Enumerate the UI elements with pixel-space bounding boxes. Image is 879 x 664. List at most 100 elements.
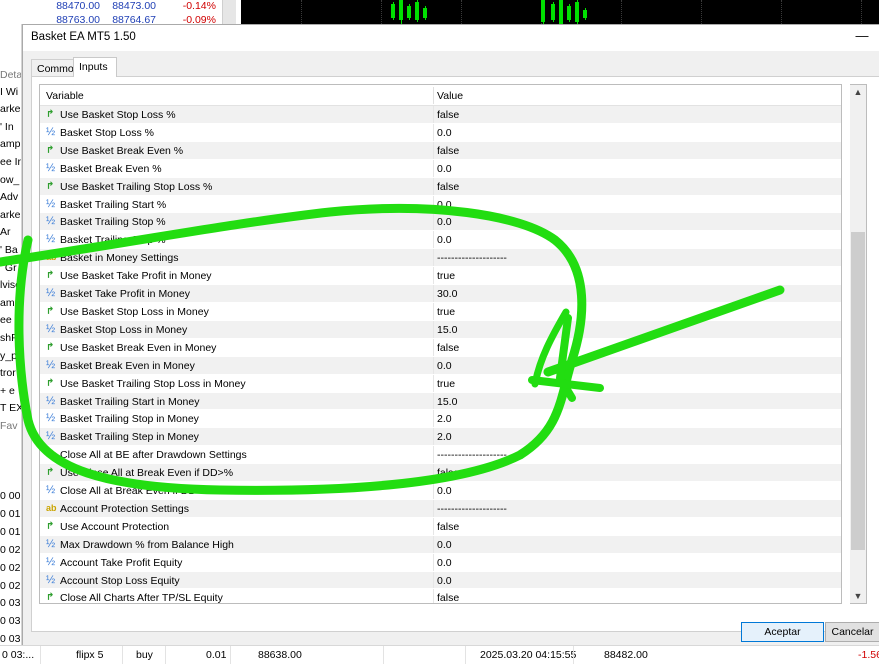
boolean-param-icon: ↱ — [46, 341, 55, 353]
table-row[interactable]: ½ Basket Trailing Step in Money 2.0 — [40, 428, 841, 447]
param-value[interactable]: false — [437, 181, 459, 193]
param-value[interactable]: 0.0 — [437, 485, 452, 497]
param-value[interactable]: false — [437, 467, 459, 479]
table-row[interactable]: ab Basket in Money Settings --------------… — [40, 249, 841, 268]
table-row[interactable]: ½ Basket Trailing Stop % 0.0 — [40, 213, 841, 232]
table-row[interactable]: ↱ Use Basket Take Profit in Money true — [40, 267, 841, 286]
table-row[interactable]: ½ Basket Trailing Stop in Money 2.0 — [40, 410, 841, 429]
numeric-param-icon: ½ — [46, 215, 56, 228]
table-scrollbar[interactable]: ▲ ▼ — [850, 84, 867, 604]
numeric-param-icon: ½ — [46, 537, 56, 550]
numeric-param-icon: ½ — [46, 287, 56, 300]
param-value[interactable]: -------------------- — [437, 449, 507, 461]
param-value[interactable]: 0.0 — [437, 163, 452, 175]
table-row[interactable]: ↱ Use Basket Trailing Stop Loss in Money t… — [40, 374, 841, 393]
param-value[interactable]: 15.0 — [437, 396, 457, 408]
table-row[interactable]: ½ Close All at Break Even if DD>% 0.0 — [40, 482, 841, 500]
param-value[interactable]: 15.0 — [437, 324, 457, 336]
param-value[interactable]: true — [437, 378, 455, 390]
string-param-icon: ab — [46, 252, 57, 263]
table-row[interactable]: ½ Basket Trailing Start % 0.0 — [40, 195, 841, 214]
table-row[interactable]: ½ Basket Take Profit in Money 30.0 — [40, 285, 841, 303]
table-row[interactable]: ½ Max Drawdown % from Balance High 0.0 — [40, 535, 841, 554]
table-row[interactable]: ↱ Use Account Protection false — [40, 517, 841, 536]
title-bar[interactable]: Basket EA MT5 1.50 — — [23, 25, 879, 51]
param-value[interactable]: 2.0 — [437, 413, 452, 425]
navigator-fragment: amp — [0, 296, 21, 309]
table-row[interactable]: ½ Basket Stop Loss in Money 15.0 — [40, 320, 841, 339]
table-row[interactable]: ½ Basket Trailing Step % 0.0 — [40, 231, 841, 250]
minimize-button[interactable]: — — [854, 28, 870, 43]
param-value[interactable]: 0.0 — [437, 557, 452, 569]
scroll-thumb[interactable] — [851, 232, 865, 550]
navigator-fragment: Fav — [0, 420, 18, 432]
param-value[interactable]: -------------------- — [437, 252, 507, 264]
table-row[interactable]: ab Account Protection Settings -----------… — [40, 499, 841, 518]
column-header-value[interactable]: Value — [437, 90, 463, 102]
table-row[interactable]: ↱ Use Basket Break Even % false — [40, 141, 841, 160]
navigator-fragment: Ar — [0, 226, 11, 239]
param-value[interactable]: 30.0 — [437, 288, 457, 300]
param-value[interactable]: 0.0 — [437, 575, 452, 587]
table-row[interactable]: ½ Basket Stop Loss % 0.0 — [40, 123, 841, 142]
trade-time-fragment: 0 01 — [0, 525, 21, 538]
scroll-down-arrow-icon[interactable]: ▼ — [850, 591, 866, 601]
table-row[interactable]: ↱ Use Basket Break Even in Money false — [40, 338, 841, 357]
param-value[interactable]: 2.0 — [437, 431, 452, 443]
table-row[interactable]: ↱ Use Basket Trailing Stop Loss % false — [40, 177, 841, 196]
trade-time-fragment: 0 03 — [0, 633, 21, 646]
numeric-param-icon: ½ — [46, 394, 56, 407]
param-name: Basket Break Even % — [60, 162, 162, 175]
param-value[interactable]: false — [437, 521, 459, 533]
param-value[interactable]: 0.0 — [437, 199, 452, 211]
table-row[interactable]: ab Close All at BE after Drawdown Setting… — [40, 446, 841, 465]
param-value[interactable]: false — [437, 592, 459, 603]
param-name: Basket Trailing Step in Money — [60, 431, 199, 444]
table-row[interactable]: ↱ Use Close All at Break Even if DD>% fals… — [40, 464, 841, 483]
table-row[interactable]: ↱ Use Basket Stop Loss % false — [40, 106, 841, 124]
trade-row[interactable]: 0 03:... flipx 5 buy 0.01 88638.00 2025.… — [0, 645, 879, 664]
table-row[interactable]: ½ Account Take Profit Equity 0.0 — [40, 553, 841, 572]
table-header: Variable Value — [40, 85, 841, 106]
param-name: Basket Stop Loss in Money — [60, 323, 188, 336]
cancel-button[interactable]: Cancelar — [825, 622, 879, 642]
boolean-param-icon: ↱ — [46, 109, 55, 120]
table-row[interactable]: ½ Basket Break Even in Money 0.0 — [40, 356, 841, 375]
market-watch-scrollbar[interactable] — [222, 0, 236, 24]
navigator-fragment: T EX — [0, 402, 22, 415]
table-row[interactable]: ½ Basket Break Even % 0.0 — [40, 159, 841, 178]
tab-inputs[interactable]: Inputs — [73, 57, 117, 77]
table-row[interactable]: ½ Basket Trailing Start in Money 15.0 — [40, 392, 841, 411]
param-name: Use Basket Stop Loss in Money — [60, 305, 209, 318]
navigator-panel: Deta I Wi arke ' In amp ee Ir ow_ Adv arke Ar ' … — [0, 24, 22, 664]
param-value[interactable]: -------------------- — [437, 503, 507, 515]
boolean-param-icon: ↱ — [46, 270, 55, 282]
param-value[interactable]: 0.0 — [437, 539, 452, 551]
table-row[interactable]: ↱ Use Basket Stop Loss in Money true — [40, 302, 841, 321]
param-value[interactable]: 0.0 — [437, 216, 452, 228]
column-header-variable[interactable]: Variable — [46, 90, 84, 102]
ok-button[interactable]: Aceptar — [741, 622, 824, 642]
param-value[interactable]: false — [437, 342, 459, 354]
param-value[interactable]: 0.0 — [437, 234, 452, 246]
table-row[interactable]: ↱ Close All Charts After TP/SL Equity fals… — [40, 589, 841, 603]
param-value[interactable]: true — [437, 270, 455, 282]
param-value[interactable]: false — [437, 109, 459, 121]
param-name: Use Basket Stop Loss % — [60, 109, 176, 121]
param-value[interactable]: false — [437, 145, 459, 157]
navigator-fragment: ee R — [0, 314, 22, 327]
navigator-fragment: arke — [0, 103, 21, 116]
param-value[interactable]: 0.0 — [437, 360, 452, 372]
trade-time-fragment: 0 00 — [0, 490, 21, 502]
param-value[interactable]: 0.0 — [437, 127, 452, 139]
trade-time-fragment: 0 03 — [0, 597, 21, 610]
param-name: Account Protection Settings — [60, 502, 189, 515]
scroll-up-arrow-icon[interactable]: ▲ — [850, 87, 866, 97]
quote-row[interactable]: 88470.00 88473.00 -0.14% — [48, 0, 220, 12]
tab-common[interactable]: Common — [31, 59, 80, 77]
numeric-param-icon: ½ — [46, 430, 56, 443]
trade-time-fragment: 0 03 — [0, 615, 21, 628]
param-value[interactable]: true — [437, 306, 455, 318]
price-chart[interactable] — [241, 0, 879, 24]
table-row[interactable]: ½ Account Stop Loss Equity 0.0 — [40, 571, 841, 590]
